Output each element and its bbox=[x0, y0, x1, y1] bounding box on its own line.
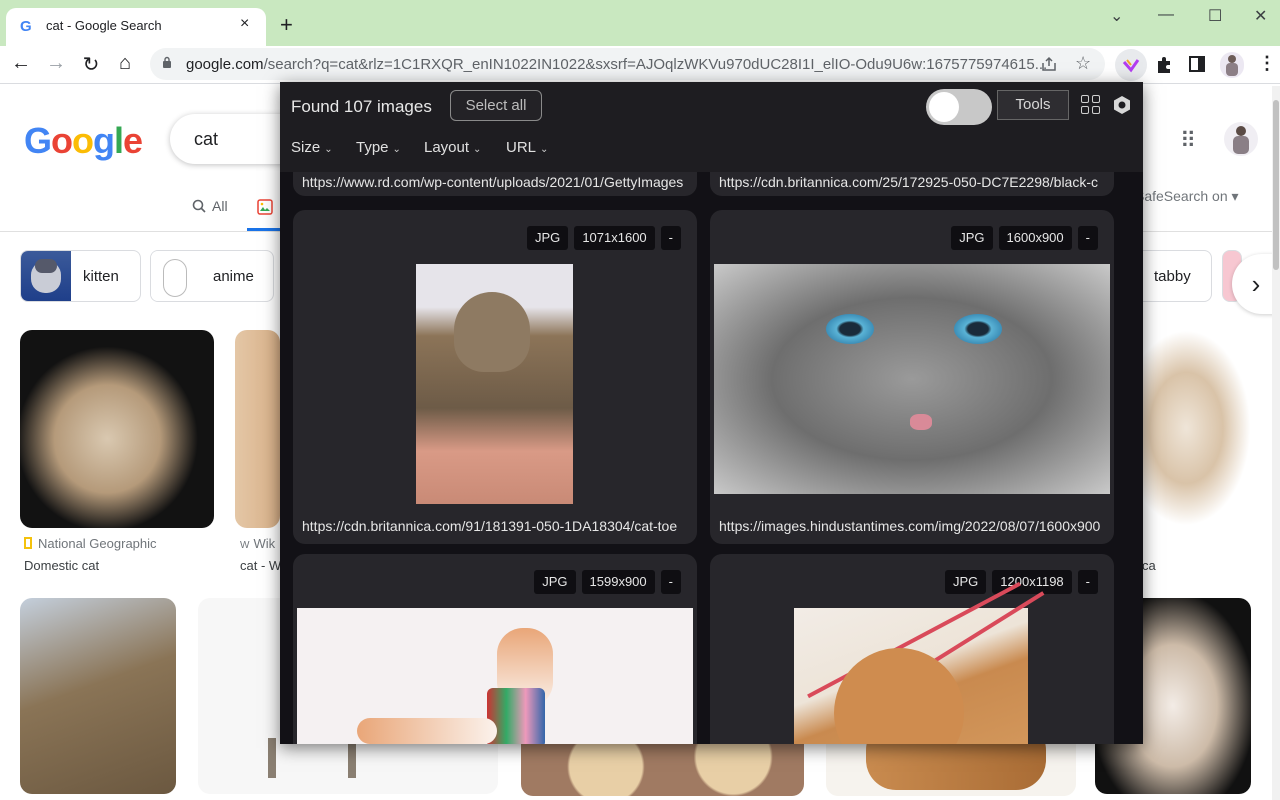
google-favicon-icon: G bbox=[20, 18, 32, 35]
image-url: https://www.rd.com/wp-content/uploads/20… bbox=[302, 174, 684, 190]
image-thumbnail[interactable] bbox=[714, 264, 1110, 494]
chevron-down-icon: ⌄ bbox=[392, 144, 401, 155]
browser-title-bar: G cat - Google Search × + ⌄ — ☐ ✕ bbox=[0, 0, 1280, 46]
image-card[interactable]: JPG 1200x1198 - bbox=[710, 554, 1114, 744]
settings-gear-icon[interactable] bbox=[1112, 95, 1132, 115]
result-source: W Wik bbox=[240, 536, 276, 551]
search-icon bbox=[192, 199, 206, 213]
side-panel-icon[interactable] bbox=[1189, 56, 1205, 72]
grid-view-icon[interactable] bbox=[1081, 95, 1101, 115]
browser-tab[interactable]: G cat - Google Search × bbox=[6, 8, 266, 46]
tools-button[interactable]: Tools bbox=[997, 90, 1069, 120]
chevron-down-icon: ⌄ bbox=[473, 144, 482, 155]
mode-toggle[interactable] bbox=[926, 89, 992, 125]
browser-toolbar: ← → ↻ ⌂ google.com/search?q=cat&rlz=1C1R… bbox=[0, 46, 1280, 84]
scrollbar-thumb[interactable] bbox=[1273, 100, 1279, 270]
filter-type[interactable]: Type ⌄ bbox=[356, 139, 401, 156]
filter-url[interactable]: URL ⌄ bbox=[506, 139, 548, 156]
dimensions-badge: 1071x1600 bbox=[574, 226, 655, 250]
result-source: National Geographic bbox=[24, 536, 157, 551]
close-window-button[interactable]: ✕ bbox=[1254, 6, 1267, 26]
related-chip-tabby[interactable]: tabby bbox=[1140, 250, 1212, 302]
result-title[interactable]: cat - W bbox=[240, 558, 281, 573]
toggle-knob bbox=[929, 92, 959, 122]
result-image-wiki-cat[interactable] bbox=[235, 330, 280, 528]
extensions-puzzle-icon[interactable] bbox=[1154, 55, 1174, 75]
filter-layout[interactable]: Layout ⌄ bbox=[424, 139, 481, 156]
image-thumbnail[interactable] bbox=[297, 608, 693, 744]
home-button[interactable]: ⌂ bbox=[112, 52, 138, 75]
dimensions-badge: 1599x900 bbox=[581, 570, 655, 594]
image-grid: https://www.rd.com/wp-content/uploads/20… bbox=[280, 152, 1143, 744]
format-badge: JPG bbox=[944, 570, 987, 594]
tab-title: cat - Google Search bbox=[46, 18, 162, 33]
reload-button[interactable]: ↻ bbox=[78, 52, 104, 77]
safesearch-toggle[interactable]: SafeSearch on ▾ bbox=[1135, 188, 1239, 205]
forward-button[interactable]: → bbox=[43, 52, 69, 75]
format-badge: JPG bbox=[534, 570, 576, 594]
result-title[interactable]: ca bbox=[1142, 558, 1156, 573]
result-image-tabby[interactable] bbox=[20, 598, 176, 794]
image-thumbnail[interactable] bbox=[794, 581, 1045, 744]
chevron-down-icon: ⌄ bbox=[324, 144, 333, 155]
result-image-himalayan-cat[interactable] bbox=[1143, 330, 1251, 526]
tab-search-button[interactable]: ⌄ bbox=[1110, 6, 1123, 26]
image-card[interactable]: JPG 1600x900 - https://images.hindustant… bbox=[710, 210, 1114, 544]
share-icon[interactable] bbox=[1040, 55, 1058, 73]
format-badge: JPG bbox=[951, 226, 993, 250]
tab-close-button[interactable]: × bbox=[240, 15, 249, 33]
bookmark-star-icon[interactable]: ☆ bbox=[1075, 53, 1091, 74]
lock-icon bbox=[163, 56, 171, 68]
select-all-button[interactable]: Select all bbox=[450, 90, 542, 121]
remove-button[interactable]: - bbox=[1077, 226, 1098, 250]
minimize-button[interactable]: — bbox=[1158, 6, 1174, 24]
url-text: google.com/search?q=cat&rlz=1C1RXQR_enIN… bbox=[186, 56, 1048, 73]
filter-size[interactable]: Size ⌄ bbox=[291, 139, 333, 156]
apps-grid-icon[interactable]: ⠿ bbox=[1180, 128, 1196, 154]
address-bar[interactable]: google.com/search?q=cat&rlz=1C1RXQR_enIN… bbox=[150, 48, 1105, 80]
found-images-count: Found 107 images bbox=[291, 97, 432, 116]
result-title[interactable]: Domestic cat bbox=[24, 558, 99, 573]
tab-all[interactable]: All bbox=[192, 198, 228, 214]
image-url: https://cdn.britannica.com/91/181391-050… bbox=[302, 518, 678, 534]
image-card[interactable]: JPG 1071x1600 - https://cdn.britannica.c… bbox=[293, 210, 697, 544]
wikipedia-logo-icon: W bbox=[240, 540, 250, 551]
related-chip-kitten[interactable]: kitten bbox=[20, 250, 141, 302]
google-logo[interactable]: Google bbox=[24, 120, 143, 162]
panel-header: Found 107 images Select all Tools Size ⌄ … bbox=[280, 82, 1143, 172]
related-chip-anime[interactable]: anime bbox=[150, 250, 274, 302]
profile-avatar-icon[interactable] bbox=[1220, 52, 1244, 78]
image-card[interactable]: JPG 1599x900 - bbox=[293, 554, 697, 744]
dimensions-badge: 1600x900 bbox=[998, 226, 1072, 250]
result-image-domestic-cat[interactable] bbox=[20, 330, 214, 528]
chip-thumbnail bbox=[151, 251, 201, 301]
remove-button[interactable]: - bbox=[660, 570, 681, 594]
menu-kebab-icon[interactable]: ⋮ bbox=[1258, 53, 1276, 74]
format-badge: JPG bbox=[527, 226, 569, 250]
maximize-button[interactable]: ☐ bbox=[1208, 6, 1222, 26]
new-tab-button[interactable]: + bbox=[280, 12, 293, 38]
image-downloader-panel: Found 107 images Select all Tools Size ⌄ … bbox=[280, 82, 1143, 744]
images-tab-icon[interactable] bbox=[257, 199, 273, 215]
image-url: https://images.hindustantimes.com/img/20… bbox=[719, 518, 1101, 534]
image-thumbnail[interactable] bbox=[416, 264, 573, 504]
remove-button[interactable]: - bbox=[1077, 570, 1098, 594]
google-account-avatar[interactable] bbox=[1224, 122, 1258, 156]
remove-button[interactable]: - bbox=[660, 226, 681, 250]
chip-thumbnail bbox=[21, 251, 71, 301]
natgeo-logo-icon bbox=[24, 537, 32, 549]
image-url: https://cdn.britannica.com/25/172925-050… bbox=[719, 174, 1098, 190]
chevron-down-icon: ⌄ bbox=[540, 144, 549, 155]
extension-logo-icon bbox=[1122, 59, 1140, 73]
back-button[interactable]: ← bbox=[8, 52, 34, 75]
page-scrollbar[interactable] bbox=[1272, 86, 1280, 800]
extension-active-button[interactable] bbox=[1115, 49, 1147, 81]
